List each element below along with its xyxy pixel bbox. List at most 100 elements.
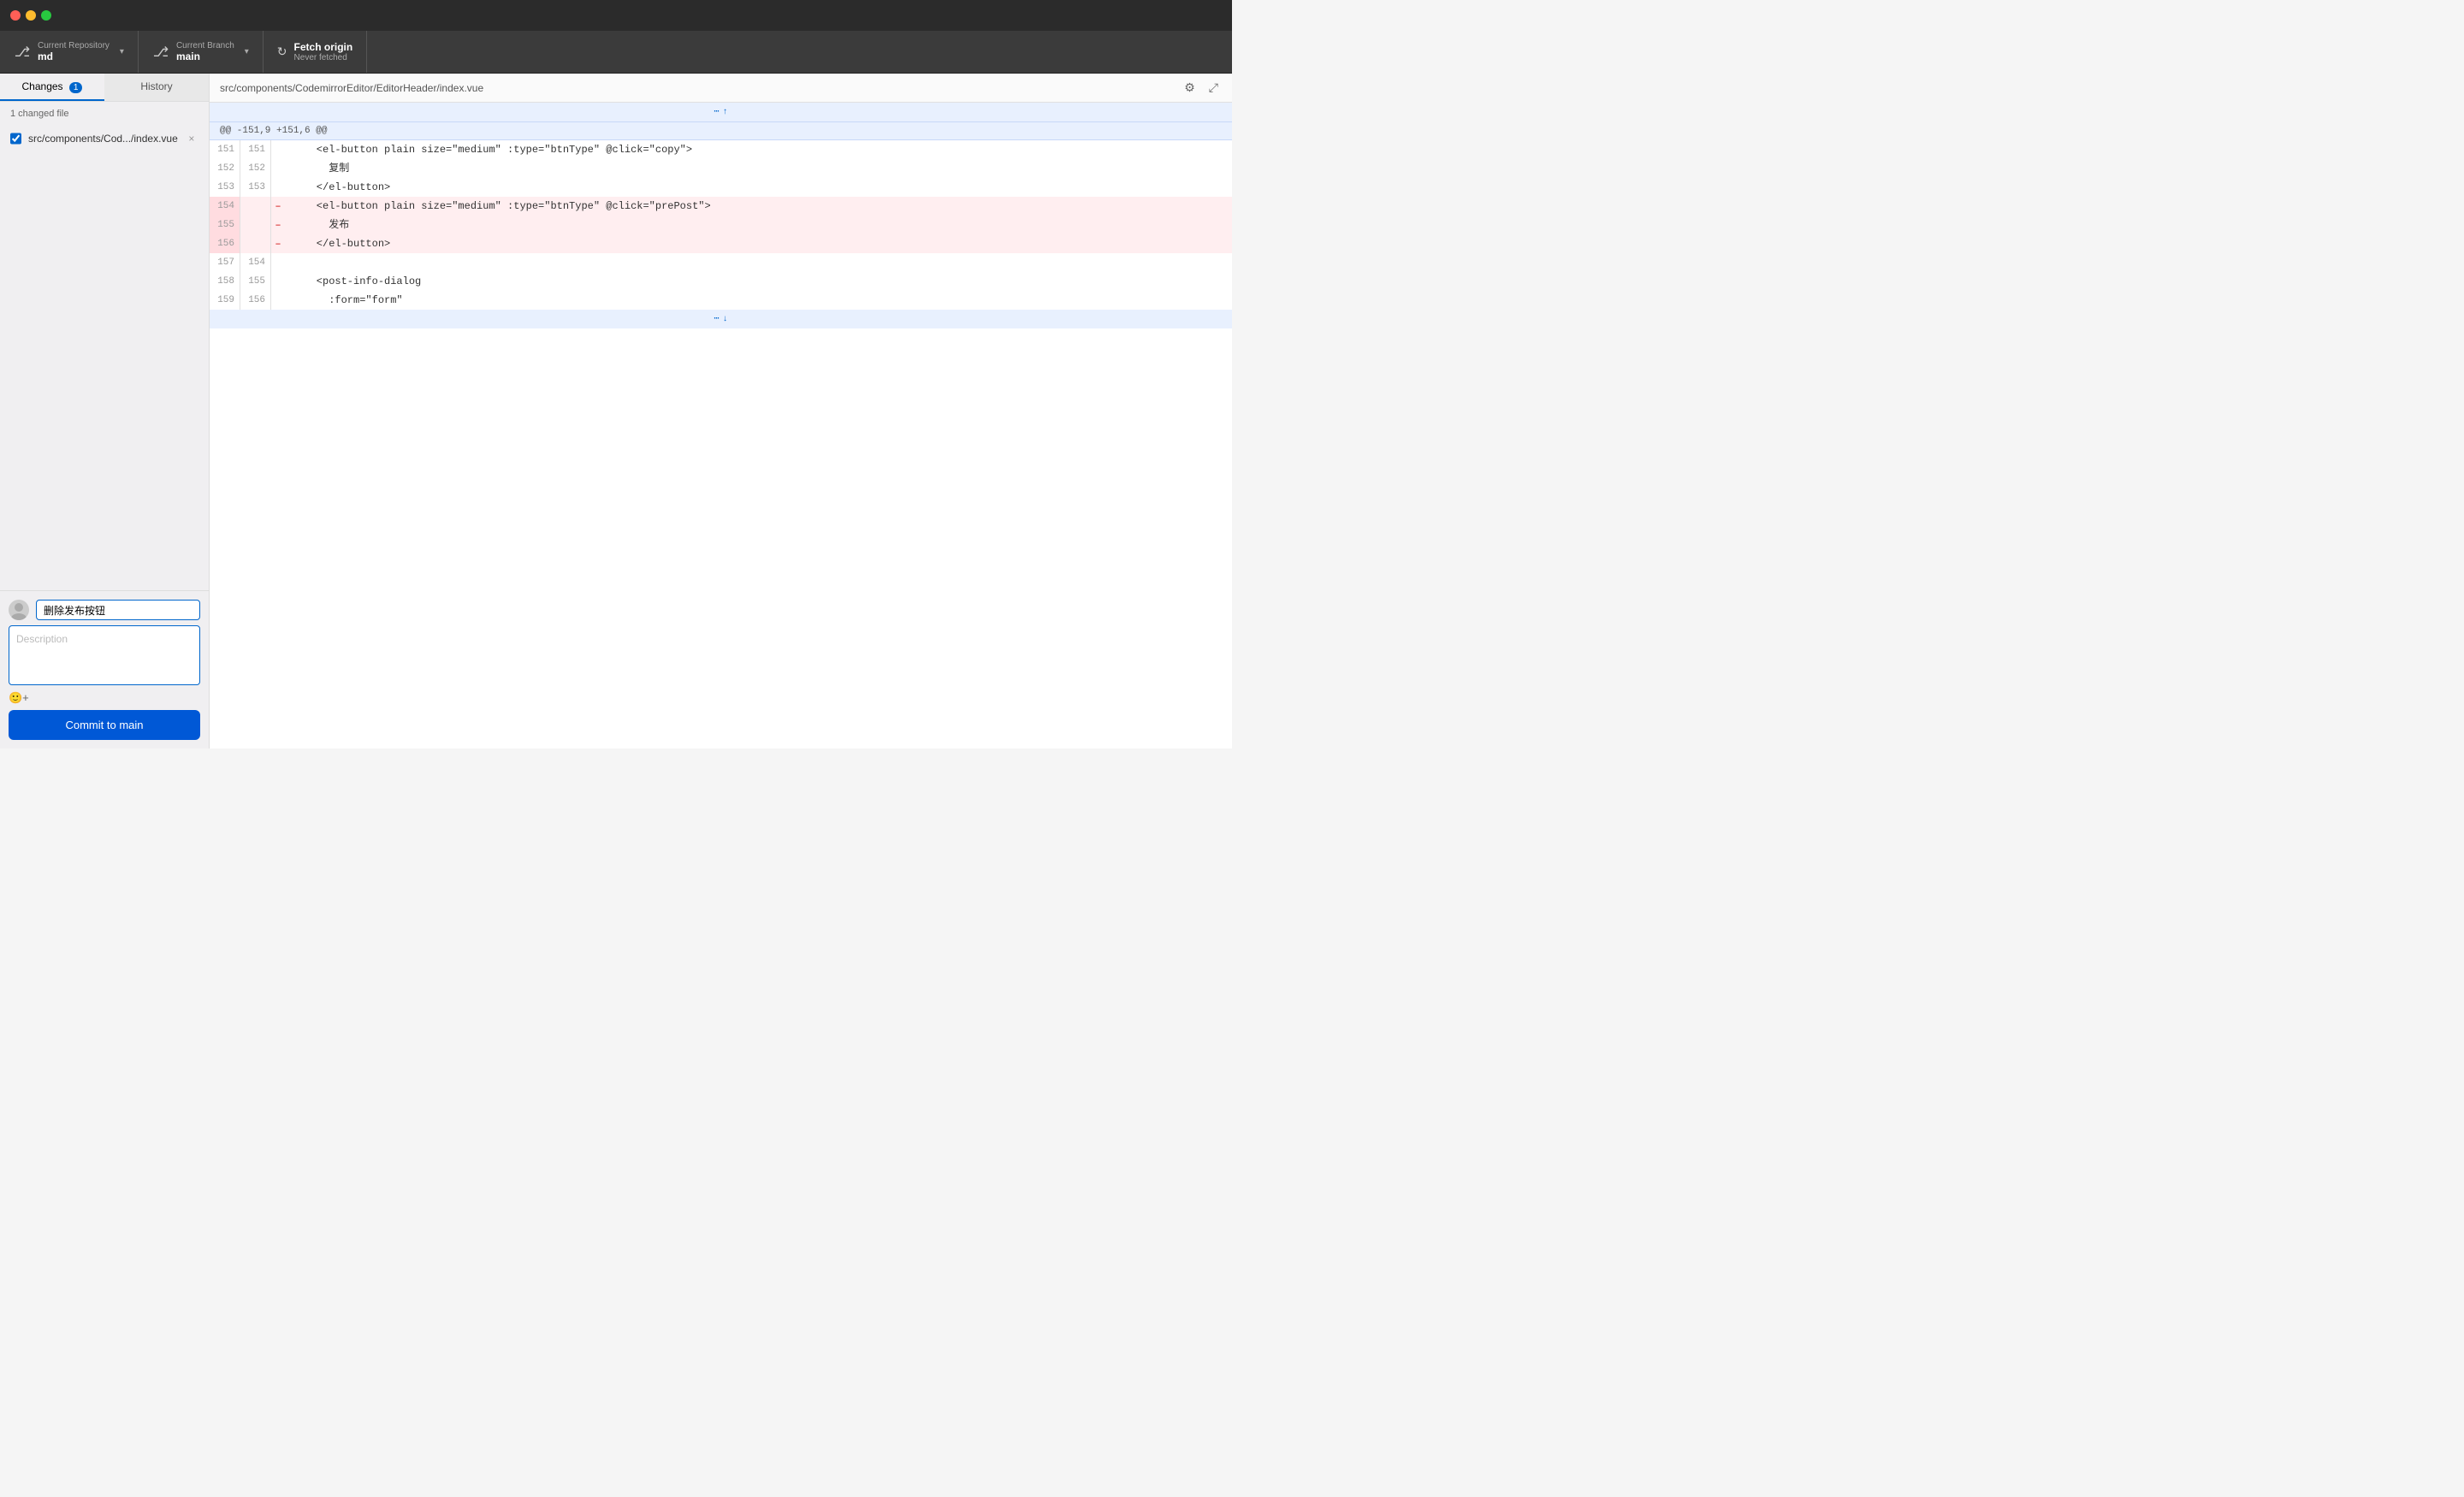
new-line-num: 155: [240, 272, 271, 291]
commit-title-input[interactable]: [36, 600, 200, 620]
co-author-icon: 🙂+: [9, 691, 29, 704]
branch-value: main: [176, 50, 234, 62]
settings-button[interactable]: ⚙: [1181, 79, 1199, 97]
avatar: [9, 600, 29, 620]
repository-value: md: [38, 50, 110, 62]
diff-sign: [271, 178, 285, 197]
old-line-num: 154: [210, 197, 240, 216]
old-line-num: 155: [210, 216, 240, 234]
repository-label: Current Repository: [38, 41, 110, 50]
tab-changes[interactable]: Changes 1: [0, 74, 104, 101]
diff-row: 159 156 :form="form": [210, 291, 1232, 310]
diff-sign: [271, 272, 285, 291]
old-line-num: 153: [210, 178, 240, 197]
branch-icon: ⎇: [152, 44, 169, 61]
commit-description-input[interactable]: [9, 625, 200, 685]
diff-code: :form="form": [285, 291, 1232, 310]
diff-sign: –: [271, 197, 285, 216]
diff-code: <post-info-dialog: [285, 272, 1232, 291]
file-discard-icon[interactable]: ×: [185, 131, 198, 146]
new-line-num: 156: [240, 291, 271, 310]
tab-history[interactable]: History: [104, 74, 209, 101]
changes-badge: 1: [69, 82, 83, 93]
sidebar: Changes 1 History 1 changed file src/com…: [0, 74, 210, 748]
header-actions: ⚙ ⤢: [1181, 79, 1222, 97]
fetch-text: Fetch origin Never fetched: [294, 41, 353, 62]
old-line-num: 152: [210, 159, 240, 178]
content-area: src/components/CodemirrorEditor/EditorHe…: [210, 74, 1232, 748]
titlebar: [0, 0, 1232, 31]
tab-changes-label: Changes: [22, 80, 63, 92]
diff-row: 157 154: [210, 253, 1232, 272]
diff-code: <el-button plain size="medium" :type="bt…: [285, 140, 1232, 159]
diff-sign: –: [271, 234, 285, 253]
expand-bottom[interactable]: ⋯ ↓: [210, 310, 1232, 328]
main-area: Changes 1 History 1 changed file src/com…: [0, 74, 1232, 748]
diff-code: </el-button>: [285, 178, 1232, 197]
maximize-button[interactable]: [41, 10, 51, 21]
diff-sign: –: [271, 216, 285, 234]
repository-chevron-icon: ▾: [120, 47, 124, 56]
diff-code: 发布: [285, 216, 1232, 234]
co-author-button[interactable]: 🙂+: [9, 691, 29, 705]
diff-view: ⋯ ↑ @@ -151,9 +151,6 @@ 151 151 <el-butt…: [210, 103, 1232, 748]
repository-text: Current Repository md: [38, 41, 110, 62]
old-line-num: 158: [210, 272, 240, 291]
old-line-num: 157: [210, 253, 240, 272]
commit-button[interactable]: Commit to main: [9, 710, 200, 740]
old-line-num: 159: [210, 291, 240, 310]
expand-top-arrow: ↑: [723, 108, 728, 117]
current-branch-section[interactable]: ⎇ Current Branch main ▾: [139, 31, 264, 73]
diff-row-removed: 156 – </el-button>: [210, 234, 1232, 253]
diff-sign: [271, 291, 285, 310]
current-repository-section[interactable]: ⎇ Current Repository md ▾: [0, 31, 139, 73]
branch-chevron-icon: ▾: [245, 47, 249, 56]
commit-message-header: [9, 600, 200, 620]
fetch-icon: ↻: [277, 44, 287, 59]
new-line-num: [240, 216, 271, 234]
new-line-num: 151: [240, 140, 271, 159]
expand-button[interactable]: ⤢: [1205, 79, 1222, 97]
file-path: src/components/CodemirrorEditor/EditorHe…: [220, 82, 483, 94]
diff-row: 151 151 <el-button plain size="medium" :…: [210, 140, 1232, 159]
diff-row-removed: 155 – 发布: [210, 216, 1232, 234]
new-line-num: 153: [240, 178, 271, 197]
new-line-num: [240, 234, 271, 253]
sidebar-tabs: Changes 1 History: [0, 74, 209, 102]
expand-top[interactable]: ⋯ ↑: [210, 103, 1232, 121]
new-line-num: [240, 197, 271, 216]
diff-sign: [271, 253, 285, 272]
repository-icon: ⎇: [14, 44, 31, 61]
new-line-num: 154: [240, 253, 271, 272]
diff-code: 复制: [285, 159, 1232, 178]
fetch-origin-section[interactable]: ↻ Fetch origin Never fetched: [264, 31, 367, 73]
fetch-sub: Never fetched: [294, 53, 353, 62]
new-line-num: 152: [240, 159, 271, 178]
changed-files-header: 1 changed file: [0, 102, 209, 126]
old-line-num: 151: [210, 140, 240, 159]
diff-row-removed: 154 – <el-button plain size="medium" :ty…: [210, 197, 1232, 216]
tab-history-label: History: [140, 80, 172, 92]
minimize-button[interactable]: [26, 10, 36, 21]
hunk-header-text: @@ -151,9 +151,6 @@: [220, 126, 327, 136]
changed-files-count: 1 changed file: [10, 109, 69, 119]
file-checkbox[interactable]: [10, 133, 21, 145]
file-item[interactable]: src/components/Cod.../index.vue ×: [0, 126, 209, 151]
commit-section: 🙂+ Commit to main: [0, 590, 209, 748]
branch-text: Current Branch main: [176, 41, 234, 62]
diff-code: </el-button>: [285, 234, 1232, 253]
commit-button-label: Commit to main: [65, 719, 143, 731]
diff-sign: [271, 159, 285, 178]
old-line-num: 156: [210, 234, 240, 253]
close-button[interactable]: [10, 10, 21, 21]
traffic-lights: [10, 10, 51, 21]
content-header: src/components/CodemirrorEditor/EditorHe…: [210, 74, 1232, 103]
diff-row: 153 153 </el-button>: [210, 178, 1232, 197]
fetch-label: Fetch origin: [294, 41, 353, 53]
expand-top-icon: ⋯: [714, 107, 719, 117]
branch-label: Current Branch: [176, 41, 234, 50]
hunk-header: @@ -151,9 +151,6 @@: [210, 121, 1232, 140]
diff-row: 152 152 复制: [210, 159, 1232, 178]
diff-row: 158 155 <post-info-dialog: [210, 272, 1232, 291]
expand-bottom-arrow: ↓: [723, 315, 728, 324]
